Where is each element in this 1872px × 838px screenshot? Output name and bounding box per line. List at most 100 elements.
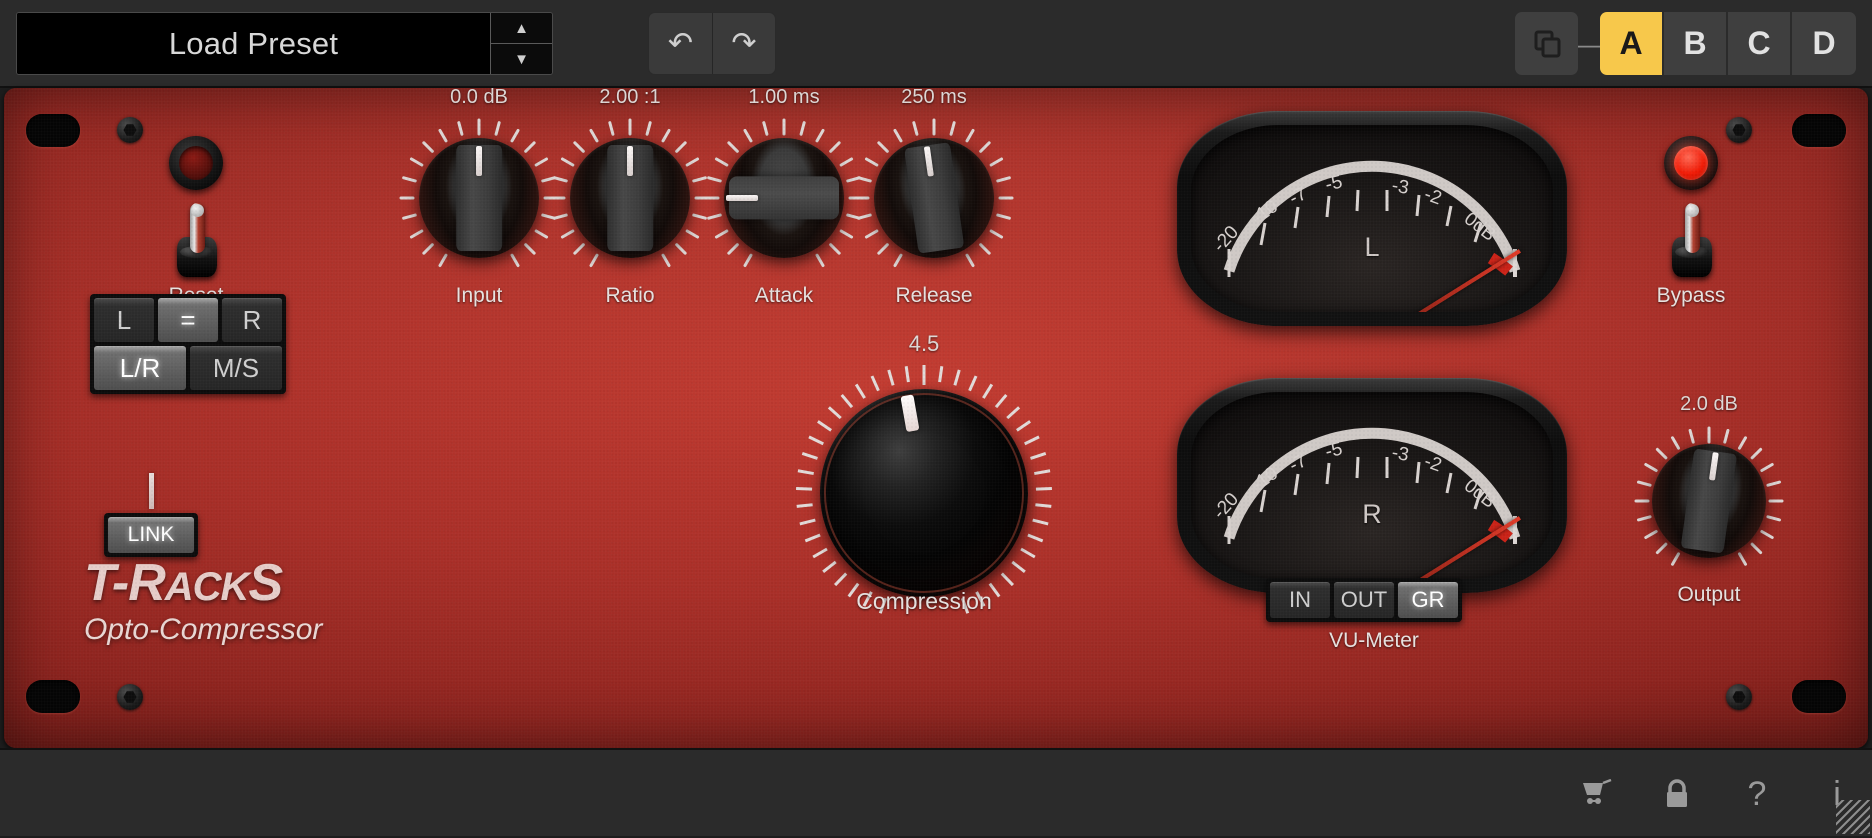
vu-mode-gr[interactable]: GR: [1398, 582, 1458, 618]
compare-separator: —: [1578, 31, 1600, 57]
preset-slot-a[interactable]: A: [1600, 12, 1664, 75]
brand-subtitle: Opto-Compressor: [84, 613, 322, 647]
preset-prev-button[interactable]: ▲: [491, 13, 552, 44]
release-knob-unit[interactable]: [854, 118, 1014, 278]
ratio-knob[interactable]: [570, 138, 690, 258]
matrix-button-left[interactable]: L: [94, 298, 154, 342]
resize-grip[interactable]: [1836, 800, 1870, 834]
vu-mode-out[interactable]: OUT: [1334, 582, 1394, 618]
link-button[interactable]: LINK: [108, 517, 194, 553]
bypass-led: [1664, 136, 1718, 190]
rack-slot-top-right: [1792, 114, 1846, 147]
output-label: Output: [1629, 583, 1789, 607]
input-knob-pointer: [476, 146, 482, 176]
plugin-faceplate: Reset L = R L/R M/S LINK: [4, 88, 1868, 748]
reset-led-bulb: [179, 146, 213, 180]
attack-value: 1.00 ms: [704, 88, 864, 109]
preset-next-button[interactable]: ▼: [491, 44, 552, 74]
release-value: 250 ms: [854, 88, 1014, 109]
svg-text:-3: -3: [1390, 442, 1410, 466]
vu-meter-right-channel: R: [1362, 499, 1382, 530]
cart-button[interactable]: [1580, 775, 1614, 813]
cart-icon: [1581, 779, 1613, 809]
lock-button[interactable]: [1660, 775, 1694, 813]
svg-text:0dB: 0dB: [1460, 475, 1500, 512]
input-knob-unit[interactable]: [399, 118, 559, 278]
attack-label: Attack: [704, 284, 864, 308]
vu-meter-mode-group: IN OUT GR: [1266, 578, 1462, 622]
compression-knob-unit[interactable]: [794, 363, 1054, 623]
ratio-knob-pointer: [627, 146, 633, 176]
attack-knob[interactable]: [724, 138, 844, 258]
input-label: Input: [399, 284, 559, 308]
preset-slot-d[interactable]: D: [1792, 12, 1856, 75]
brand-title-part2: ACK: [165, 565, 249, 609]
output-value: 2.0 dB: [1629, 393, 1789, 416]
compression-label: Compression: [794, 588, 1054, 615]
link-connector-line: [149, 473, 154, 509]
matrix-row-mode: L/R M/S: [94, 346, 282, 390]
vu-mode-in[interactable]: IN: [1270, 582, 1330, 618]
attack-knob-pointer: [726, 195, 757, 201]
output-knob-grip: [1681, 448, 1738, 553]
stereo-routing-matrix: L = R L/R M/S: [90, 294, 286, 394]
matrix-button-right[interactable]: R: [222, 298, 282, 342]
bypass-label: Bypass: [1611, 284, 1771, 308]
svg-text:-3: -3: [1390, 175, 1410, 199]
vu-meter-left-face: -20 -10 -7 -5 -3 -2 0dB L: [1191, 125, 1553, 312]
screw-top-left: [117, 117, 143, 143]
input-value: 0.0 dB: [399, 88, 559, 109]
reset-toggle-lever: [190, 203, 205, 253]
rack-slot-bottom-left: [26, 680, 80, 713]
status-icon-group: ? i: [1580, 750, 1854, 838]
bypass-toggle-switch[interactable]: [1669, 203, 1715, 277]
output-knob-unit[interactable]: [1634, 426, 1784, 576]
brand-title-part1: T-R: [84, 554, 165, 612]
undo-button[interactable]: ↶: [649, 13, 712, 74]
abcd-slot-group: A B C D: [1600, 12, 1856, 75]
rack-slot-bottom-right: [1792, 680, 1846, 713]
redo-button[interactable]: ↷: [712, 13, 775, 74]
svg-text:-5: -5: [1323, 438, 1344, 462]
preset-compare-group: — A B C D: [1515, 12, 1856, 75]
top-toolbar: Load Preset ▲ ▼ ↶ ↷ — A B C D: [0, 0, 1872, 88]
matrix-row-channels: L = R: [94, 298, 282, 342]
help-icon: ?: [1748, 775, 1767, 814]
matrix-button-lr[interactable]: L/R: [94, 346, 186, 390]
copy-button[interactable]: [1515, 12, 1578, 75]
bottom-status-bar: ? i: [0, 748, 1872, 836]
matrix-button-ms[interactable]: M/S: [190, 346, 282, 390]
vu-meter-right: -20 -10 -7 -5 -3 -2 0dB R: [1177, 378, 1567, 593]
release-label: Release: [854, 284, 1014, 308]
vu-meter-right-scale: -20 -10 -7 -5 -3 -2 0dB: [1191, 392, 1553, 579]
attack-knob-unit[interactable]: [704, 118, 864, 278]
vu-meter-label: VU-Meter: [1184, 629, 1564, 653]
ratio-label: Ratio: [550, 284, 710, 308]
compression-value: 4.5: [794, 331, 1054, 357]
rack-slot-top-left: [26, 114, 80, 147]
help-button[interactable]: ?: [1740, 775, 1774, 813]
preset-slot-b[interactable]: B: [1664, 12, 1728, 75]
matrix-button-equal[interactable]: =: [158, 298, 218, 342]
brand-title: T-RACKS: [84, 553, 282, 613]
bypass-led-bulb: [1674, 146, 1708, 180]
copy-icon: [1532, 29, 1562, 59]
svg-text:0dB: 0dB: [1460, 208, 1500, 245]
screw-top-right: [1726, 117, 1752, 143]
preset-slot-c[interactable]: C: [1728, 12, 1792, 75]
vu-meter-left-scale: -20 -10 -7 -5 -3 -2 0dB: [1191, 125, 1553, 312]
bypass-toggle-lever: [1685, 203, 1700, 253]
input-knob[interactable]: [419, 138, 539, 258]
lock-icon: [1664, 779, 1690, 809]
screw-bottom-left: [117, 684, 143, 710]
ratio-value: 2.00 :1: [550, 88, 710, 109]
preset-name-field[interactable]: Load Preset: [17, 13, 490, 74]
ratio-knob-unit[interactable]: [550, 118, 710, 278]
brand-title-part3: S: [248, 554, 282, 612]
svg-text:-2: -2: [1421, 451, 1444, 477]
reset-toggle-switch[interactable]: [174, 203, 220, 277]
preset-selector[interactable]: Load Preset ▲ ▼: [16, 12, 553, 75]
vu-meter-right-face: -20 -10 -7 -5 -3 -2 0dB R: [1191, 392, 1553, 579]
release-knob-grip: [904, 143, 964, 254]
vu-meter-left: -20 -10 -7 -5 -3 -2 0dB L: [1177, 111, 1567, 326]
